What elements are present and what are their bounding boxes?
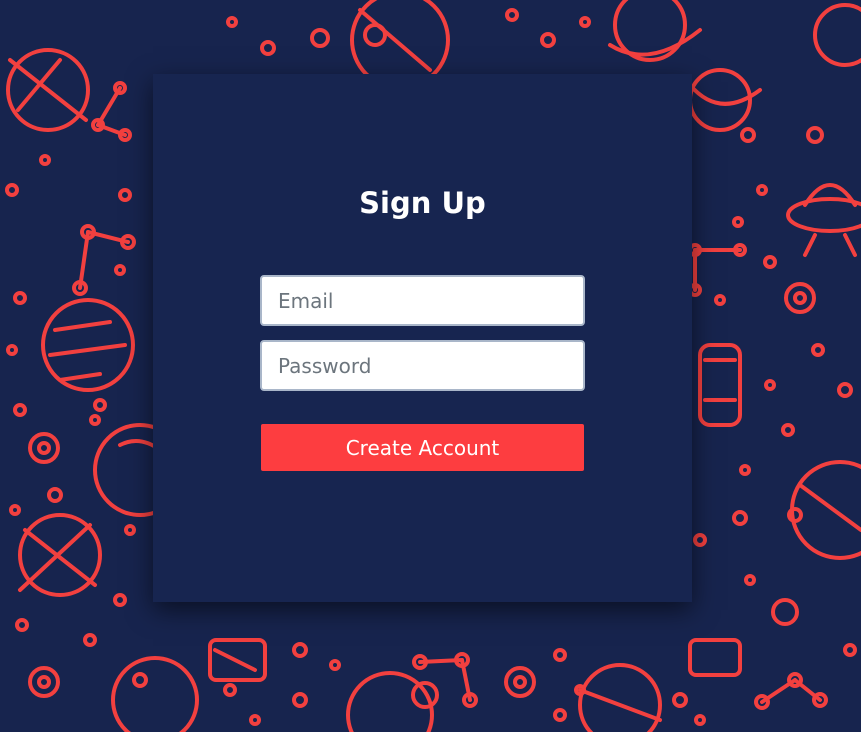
constellation-icon bbox=[754, 672, 828, 710]
constellation-icon bbox=[412, 652, 478, 708]
constellation-icon bbox=[72, 224, 136, 296]
rocket-icon bbox=[688, 638, 742, 677]
planet-icon bbox=[41, 298, 135, 392]
signup-card bbox=[153, 74, 692, 602]
constellation-icon bbox=[91, 81, 132, 142]
satellite-icon bbox=[504, 666, 536, 698]
planet-icon bbox=[688, 68, 762, 132]
satellite-icon bbox=[784, 282, 816, 314]
password-field[interactable] bbox=[260, 340, 585, 391]
create-account-button[interactable]: Create Account bbox=[261, 424, 584, 471]
signup-title: Sign Up bbox=[359, 186, 486, 220]
planet-icon bbox=[18, 513, 102, 597]
email-field[interactable] bbox=[260, 275, 585, 326]
satellite-icon bbox=[28, 666, 60, 698]
rocket-icon bbox=[698, 343, 742, 427]
constellation-icon bbox=[688, 243, 747, 297]
ufo-icon bbox=[786, 183, 861, 257]
planet-icon bbox=[111, 656, 199, 732]
planet-icon bbox=[346, 671, 439, 732]
planet-icon bbox=[790, 460, 861, 560]
satellite-icon bbox=[771, 598, 799, 626]
rocket-icon bbox=[208, 638, 267, 682]
planet-icon bbox=[578, 663, 662, 732]
planet-icon bbox=[6, 48, 90, 132]
planet-icon bbox=[813, 3, 861, 67]
satellite-icon bbox=[28, 432, 60, 464]
planet-icon bbox=[608, 0, 702, 62]
